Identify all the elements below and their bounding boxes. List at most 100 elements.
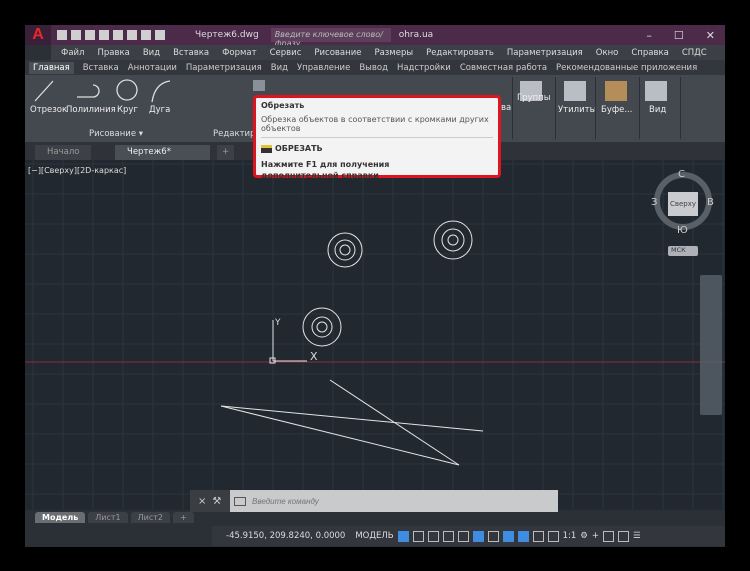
object-snap-tracking-icon[interactable] bbox=[472, 530, 484, 542]
polar-icon[interactable] bbox=[442, 530, 454, 542]
tab-layout2[interactable]: Лист2 bbox=[130, 512, 171, 523]
print-icon[interactable] bbox=[127, 30, 137, 40]
menu-item[interactable]: Рисование bbox=[314, 48, 361, 58]
menu-item[interactable]: Параметризация bbox=[507, 48, 583, 58]
units-icon[interactable] bbox=[603, 530, 615, 542]
gear-icon[interactable]: ⚙ bbox=[580, 531, 588, 541]
menu-item[interactable]: Вставка bbox=[173, 48, 209, 58]
menu-item[interactable]: Правка bbox=[97, 48, 129, 58]
command-icon bbox=[261, 144, 272, 153]
menu-item[interactable]: Формат bbox=[222, 48, 257, 58]
add-layout-button[interactable]: + bbox=[173, 512, 194, 523]
annotation-visibility-icon[interactable] bbox=[517, 530, 529, 542]
title-bar: A Чертеж6.dwg Введите ключевое слово/фра… bbox=[25, 25, 725, 48]
tab[interactable]: Рекомендованные приложения bbox=[556, 63, 697, 73]
tab-layout1[interactable]: Лист1 bbox=[88, 512, 128, 523]
menu-item[interactable]: Размеры bbox=[374, 48, 413, 58]
navigation-bar[interactable] bbox=[700, 275, 722, 415]
viewcube-north[interactable]: С bbox=[678, 169, 685, 180]
tab[interactable]: Управление bbox=[297, 63, 350, 73]
ortho-icon[interactable] bbox=[427, 530, 439, 542]
tooltip-help-2: дополнительной справки bbox=[261, 171, 379, 180]
menu-item[interactable]: Файл bbox=[61, 48, 84, 58]
drawing-area[interactable]: Y X bbox=[25, 160, 725, 510]
document-title: Чертеж6.dwg bbox=[195, 30, 259, 40]
viewcube-west[interactable]: З bbox=[651, 197, 657, 208]
tab[interactable]: Вывод bbox=[359, 63, 388, 73]
polyline-button[interactable]: Полилиния bbox=[66, 105, 116, 115]
tab-drawing[interactable]: Чертеж6* bbox=[115, 145, 210, 160]
command-history-icon[interactable] bbox=[234, 496, 246, 506]
fullscreen-icon[interactable] bbox=[618, 530, 630, 542]
menu-item[interactable]: Сервис bbox=[270, 48, 302, 58]
redo-icon[interactable] bbox=[155, 30, 165, 40]
command-input[interactable] bbox=[246, 491, 558, 511]
menu-item[interactable]: Окно bbox=[596, 48, 619, 58]
undo-icon[interactable] bbox=[141, 30, 151, 40]
tab[interactable]: Параметризация bbox=[186, 63, 262, 73]
groups-button[interactable]: Группы bbox=[517, 93, 550, 103]
tab[interactable]: Совместная работа bbox=[460, 63, 547, 73]
tooltip-description: Обрезка объектов в соответствии с кромка… bbox=[261, 115, 493, 138]
tab-start[interactable]: Начало bbox=[35, 145, 92, 160]
ribbon-tabs: Главная Вставка Аннотации Параметризация Вид… bbox=[25, 60, 725, 75]
menu-bar: Файл Правка Вид Вставка Формат Сервис Рисовани… bbox=[51, 45, 725, 60]
view-button[interactable]: Вид bbox=[649, 105, 666, 115]
viewcube-south[interactable]: Ю bbox=[677, 225, 688, 236]
annotation-scale[interactable]: 1:1 bbox=[563, 531, 577, 541]
menu-item[interactable]: Справка bbox=[631, 48, 668, 58]
layout-tabs: Модель Лист1 Лист2 + bbox=[35, 512, 194, 523]
isodraft-icon[interactable] bbox=[457, 530, 469, 542]
arc-button[interactable]: Дуга bbox=[149, 105, 170, 115]
save-icon[interactable] bbox=[85, 30, 95, 40]
plot-icon[interactable] bbox=[113, 30, 123, 40]
open-icon[interactable] bbox=[71, 30, 81, 40]
circle-button[interactable]: Круг bbox=[117, 105, 138, 115]
viewcube-top-face[interactable]: Сверху bbox=[668, 192, 698, 216]
maximize-button[interactable]: ☐ bbox=[674, 29, 684, 42]
snap-icon[interactable] bbox=[412, 530, 424, 542]
lineweight-icon[interactable] bbox=[502, 530, 514, 542]
menu-item[interactable]: СПДС bbox=[682, 48, 707, 58]
line-button[interactable]: Отрезок bbox=[30, 105, 67, 115]
view-icon bbox=[645, 81, 667, 101]
tab[interactable]: Аннотации bbox=[128, 63, 177, 73]
grid-icon[interactable] bbox=[397, 530, 409, 542]
tooltip-command: ОБРЕЗАТЬ bbox=[275, 144, 323, 153]
osnap-icon[interactable] bbox=[487, 530, 499, 542]
annotation-scale-icon[interactable] bbox=[547, 530, 559, 542]
close-button[interactable]: ✕ bbox=[706, 29, 715, 42]
user-account[interactable]: ohra.ua bbox=[399, 30, 434, 40]
tab[interactable]: Надстройки bbox=[397, 63, 451, 73]
app-menu-button[interactable]: A bbox=[25, 25, 51, 45]
tab-home[interactable]: Главная bbox=[29, 61, 74, 74]
line-segment bbox=[329, 379, 460, 466]
tab[interactable]: Вид bbox=[271, 63, 288, 73]
command-line: × ⚒ bbox=[190, 490, 558, 512]
model-space-button[interactable]: МОДЕЛЬ bbox=[355, 531, 393, 541]
new-icon[interactable] bbox=[57, 30, 67, 40]
grid bbox=[25, 160, 725, 510]
menu-icon[interactable]: ☰ bbox=[633, 531, 641, 541]
viewcube-east[interactable]: В bbox=[707, 197, 714, 208]
menu-item[interactable]: Редактировать bbox=[426, 48, 494, 58]
plus-icon[interactable]: + bbox=[592, 531, 599, 541]
menu-item[interactable]: Вид bbox=[143, 48, 160, 58]
wrench-icon[interactable]: ⚒ bbox=[212, 496, 221, 507]
tab[interactable]: Вставка bbox=[83, 63, 119, 73]
ucs-menu[interactable]: МСК bbox=[668, 246, 698, 256]
new-tab-button[interactable]: + bbox=[217, 145, 235, 160]
utilities-button[interactable]: Утилиты bbox=[558, 105, 596, 115]
clipboard-button[interactable]: Буфе... bbox=[601, 105, 632, 115]
tab-model[interactable]: Модель bbox=[35, 512, 86, 523]
close-icon[interactable]: × bbox=[198, 496, 206, 507]
coordinates-readout[interactable]: -45.9150, 209.8240, 0.0000 bbox=[218, 531, 351, 541]
auto-scale-icon[interactable] bbox=[532, 530, 544, 542]
drawing-canvas[interactable]: Y X [−][Сверху][2D-каркас] bbox=[25, 160, 725, 510]
save-as-icon[interactable] bbox=[99, 30, 109, 40]
viewport-controls[interactable]: [−][Сверху][2D-каркас] bbox=[28, 166, 126, 175]
draw-panel-label[interactable]: Рисование ▾ bbox=[89, 129, 143, 139]
search-input[interactable]: Введите ключевое слово/фразу bbox=[270, 28, 391, 48]
trim-tooltip: Обрезать Обрезка объектов в соответствии… bbox=[253, 95, 501, 180]
minimize-button[interactable]: – bbox=[646, 29, 652, 42]
